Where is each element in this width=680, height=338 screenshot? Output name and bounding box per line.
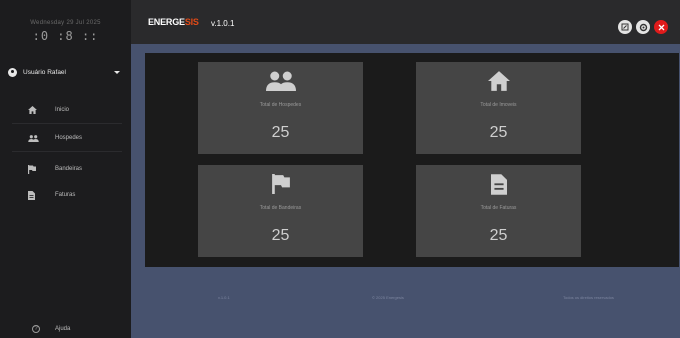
card-imoveis[interactable]: Total de Imoveis 25 bbox=[416, 62, 581, 154]
sidebar-item-label: Inicio bbox=[55, 107, 70, 113]
edit-button[interactable] bbox=[618, 20, 632, 34]
home-icon bbox=[487, 71, 510, 91]
card-faturas[interactable]: Total de Faturas 25 bbox=[416, 165, 581, 257]
card-icon-wrap bbox=[416, 71, 581, 91]
document-icon bbox=[490, 174, 507, 195]
edit-icon bbox=[621, 23, 629, 31]
sidebar-item-faturas[interactable]: Faturas bbox=[0, 183, 131, 207]
sidebar: Wednesday 29 Jul 2025 :0 :8 :: Usuário R… bbox=[0, 0, 131, 338]
people-icon bbox=[28, 134, 39, 142]
settings-button[interactable] bbox=[636, 20, 650, 34]
logo-text: ENERGE bbox=[148, 17, 185, 27]
card-label: Total de Bandeiras bbox=[259, 205, 302, 211]
people-icon bbox=[265, 71, 296, 91]
home-icon bbox=[28, 106, 37, 114]
card-icon-wrap bbox=[416, 174, 581, 195]
clock-display: :0 :8 :: bbox=[32, 29, 99, 43]
sidebar-item-bandeiras[interactable]: Bandeiras bbox=[0, 157, 131, 181]
footer-version: v.1.0.1 bbox=[218, 295, 230, 300]
card-icon-wrap bbox=[198, 174, 363, 194]
card-value: 25 bbox=[489, 227, 508, 244]
card-label: Total de Imoveis bbox=[480, 102, 517, 108]
user-name: Usuário Rafael bbox=[23, 68, 66, 76]
document-icon bbox=[28, 190, 35, 200]
sidebar-item-label: Bandeiras bbox=[55, 166, 83, 172]
close-button[interactable] bbox=[654, 20, 668, 34]
settings-icon bbox=[639, 23, 647, 31]
divider bbox=[12, 123, 122, 124]
sidebar-item-label: Faturas bbox=[55, 192, 76, 198]
card-bandeiras[interactable]: Total de Bandeiras 25 bbox=[198, 165, 363, 257]
sidebar-item-inicio[interactable]: Inicio bbox=[0, 98, 131, 122]
close-icon bbox=[658, 24, 664, 30]
sidebar-item-label: Hospedes bbox=[55, 135, 83, 141]
logo-accent-text: SIS bbox=[184, 17, 199, 27]
app-logo[interactable]: ENERGE SIS bbox=[148, 17, 199, 27]
user-menu[interactable]: Usuário Rafael bbox=[8, 64, 120, 80]
card-label: Total de Hospedes bbox=[259, 102, 302, 108]
card-value: 25 bbox=[489, 124, 508, 141]
help-label: Ajuda bbox=[55, 326, 71, 332]
card-label: Total de Faturas bbox=[480, 205, 517, 211]
account-icon bbox=[8, 67, 17, 77]
footer-copyright: © 2025 Energesis bbox=[372, 295, 404, 300]
sidebar-item-hospedes[interactable]: Hospedes bbox=[0, 126, 131, 150]
footer-rights: Todos os direitos reservados bbox=[563, 295, 614, 300]
dashboard-panel: Total de Hospedes 25 Total de Imoveis 25… bbox=[145, 53, 679, 267]
top-bar: ENERGE SIS v.1.0.1 bbox=[131, 0, 680, 44]
card-value: 25 bbox=[271, 124, 290, 141]
card-icon-wrap bbox=[198, 71, 363, 91]
help-link[interactable]: ? Ajuda bbox=[0, 323, 131, 337]
card-value: 25 bbox=[271, 227, 290, 244]
divider bbox=[12, 151, 122, 152]
version-label: v.1.0.1 bbox=[211, 19, 235, 28]
card-hospedes[interactable]: Total de Hospedes 25 bbox=[198, 62, 363, 154]
chevron-down-icon bbox=[114, 70, 120, 74]
flag-icon bbox=[271, 174, 290, 194]
flag-icon bbox=[28, 164, 36, 174]
date-label: Wednesday 29 Jul 2025 bbox=[30, 20, 101, 26]
help-icon: ? bbox=[32, 325, 40, 333]
